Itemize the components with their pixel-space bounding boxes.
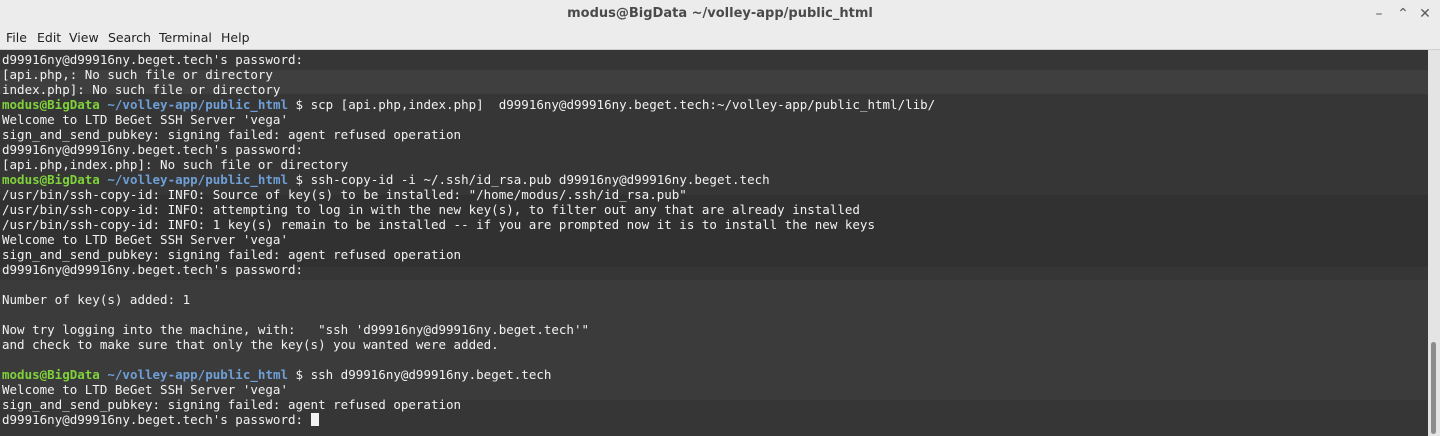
output-text: Welcome to LTD BeGet SSH Server 'vega': [2, 232, 288, 247]
close-icon[interactable]: ✕: [1416, 5, 1434, 23]
terminal-output[interactable]: d99916ny@d99916ny.beget.tech's password:…: [0, 50, 1428, 436]
prompt-user-host: modus@BigData: [2, 367, 100, 382]
text-cursor: [310, 413, 319, 426]
menu-terminal[interactable]: Terminal: [159, 30, 212, 45]
output-text: /usr/bin/ssh-copy-id: INFO: Source of ke…: [2, 187, 687, 202]
output-line: Welcome to LTD BeGet SSH Server 'vega': [2, 112, 288, 127]
output-text: d99916ny@d99916ny.beget.tech's password:: [2, 142, 311, 157]
output-text: d99916ny@d99916ny.beget.tech's password:: [2, 52, 311, 67]
output-line: Now try logging into the machine, with: …: [2, 322, 589, 337]
prompt-symbol: $: [288, 172, 311, 187]
output-text: Now try logging into the machine, with: …: [2, 322, 589, 337]
menu-help[interactable]: Help: [221, 30, 250, 45]
output-text: /usr/bin/ssh-copy-id: INFO: 1 key(s) rem…: [2, 217, 875, 232]
prompt-user-host: modus@BigData: [2, 172, 100, 187]
output-text: /usr/bin/ssh-copy-id: INFO: attempting t…: [2, 202, 860, 217]
menu-bar: File Edit View Search Terminal Help: [0, 28, 1440, 50]
output-line: sign_and_send_pubkey: signing failed: ag…: [2, 247, 461, 262]
output-text: index.php]: No such file or directory: [2, 82, 281, 97]
output-line: /usr/bin/ssh-copy-id: INFO: 1 key(s) rem…: [2, 217, 875, 232]
output-line: Welcome to LTD BeGet SSH Server 'vega': [2, 232, 288, 247]
output-line: d99916ny@d99916ny.beget.tech's password:: [2, 142, 311, 157]
menu-file[interactable]: File: [6, 30, 27, 45]
command-line: modus@BigData ~/volley-app/public_html $…: [2, 172, 770, 187]
output-line: Welcome to LTD BeGet SSH Server 'vega': [2, 382, 288, 397]
menu-view[interactable]: View: [69, 30, 99, 45]
prompt-symbol: $: [288, 367, 311, 382]
output-text: Welcome to LTD BeGet SSH Server 'vega': [2, 382, 288, 397]
menu-edit[interactable]: Edit: [37, 30, 61, 45]
output-text: d99916ny@d99916ny.beget.tech's password:: [2, 412, 311, 427]
output-line: d99916ny@d99916ny.beget.tech's password:: [2, 262, 311, 277]
title-bar[interactable]: modus@BigData ~/volley-app/public_html –…: [0, 0, 1440, 29]
output-text: Number of key(s) added: 1: [2, 292, 191, 307]
output-text: and check to make sure that only the key…: [2, 337, 499, 352]
output-line: [api.php,index.php]: No such file or dir…: [2, 157, 348, 172]
output-text: sign_and_send_pubkey: signing failed: ag…: [2, 127, 462, 142]
output-text: Welcome to LTD BeGet SSH Server 'vega': [2, 112, 288, 127]
command-line: modus@BigData ~/volley-app/public_html $…: [2, 367, 551, 382]
scrollbar[interactable]: [1428, 50, 1440, 436]
maximize-icon[interactable]: ⌃: [1394, 5, 1412, 23]
prompt-path: ~/volley-app/public_html: [107, 367, 288, 382]
command-text: ssh-copy-id -i ~/.ssh/id_rsa.pub d99916n…: [310, 172, 770, 187]
output-text: sign_and_send_pubkey: signing failed: ag…: [2, 247, 462, 262]
output-text: d99916ny@d99916ny.beget.tech's password:: [2, 262, 311, 277]
prompt-path: ~/volley-app/public_html: [107, 172, 288, 187]
output-line: /usr/bin/ssh-copy-id: INFO: Source of ke…: [2, 187, 687, 202]
prompt-user-host: modus@BigData: [2, 97, 100, 112]
command-text: ssh d99916ny@d99916ny.beget.tech: [310, 367, 552, 382]
output-line: sign_and_send_pubkey: signing failed: ag…: [2, 127, 461, 142]
command-text: scp [api.php,index.php] d99916ny@d99916n…: [310, 97, 936, 112]
output-text: sign_and_send_pubkey: signing failed: ag…: [2, 397, 462, 412]
output-line: d99916ny@d99916ny.beget.tech's password:: [2, 412, 319, 427]
output-line: sign_and_send_pubkey: signing failed: ag…: [2, 397, 461, 412]
scrollbar-thumb[interactable]: [1431, 342, 1436, 434]
output-line: index.php]: No such file or directory: [2, 82, 280, 97]
output-line: /usr/bin/ssh-copy-id: INFO: attempting t…: [2, 202, 860, 217]
output-line: Number of key(s) added: 1: [2, 292, 190, 307]
output-line: [api.php,: No such file or directory: [2, 67, 273, 82]
prompt-symbol: $: [288, 97, 311, 112]
output-text: [api.php,index.php]: No such file or dir…: [2, 157, 349, 172]
terminal-window: modus@BigData ~/volley-app/public_html –…: [0, 0, 1440, 436]
menu-search[interactable]: Search: [108, 30, 151, 45]
prompt-path: ~/volley-app/public_html: [107, 97, 288, 112]
output-line: d99916ny@d99916ny.beget.tech's password:: [2, 52, 311, 67]
command-line: modus@BigData ~/volley-app/public_html $…: [2, 97, 935, 112]
window-title: modus@BigData ~/volley-app/public_html: [567, 6, 873, 21]
minimize-icon[interactable]: –: [1370, 5, 1388, 23]
output-text: [api.php,: No such file or directory: [2, 67, 273, 82]
output-line: and check to make sure that only the key…: [2, 337, 499, 352]
